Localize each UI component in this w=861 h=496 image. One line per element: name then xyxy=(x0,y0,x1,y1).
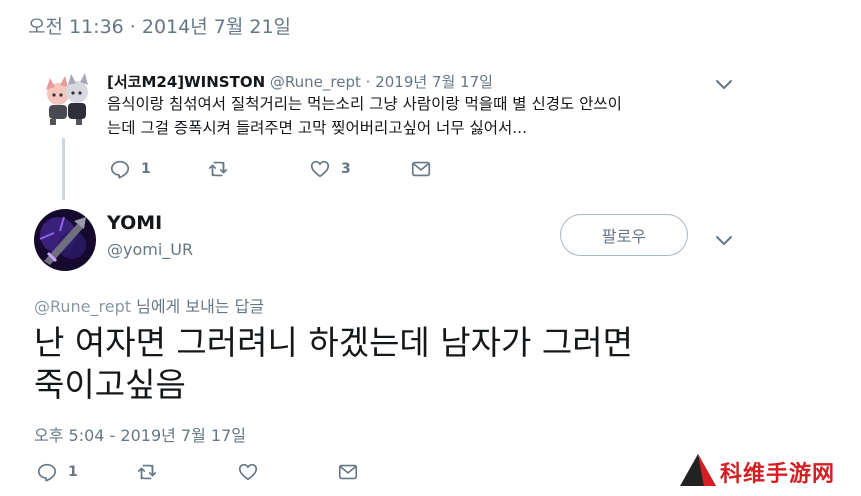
avatar-yomi[interactable] xyxy=(34,209,96,271)
chevron-down-icon xyxy=(716,236,732,245)
thread-connector-line xyxy=(62,138,65,200)
parent-like-count: 3 xyxy=(341,161,351,177)
message-button[interactable] xyxy=(337,461,359,483)
author-handle[interactable]: @yomi_UR xyxy=(107,240,193,259)
heart-icon xyxy=(238,463,258,481)
tweet-text-line: 죽이고싶음 xyxy=(34,365,186,404)
parent-tweet-text-line: 는데 그걸 증폭시켜 들려주면 고막 찢어버리고싶어 너무 싫어서... xyxy=(107,119,528,137)
tweet-timestamp[interactable]: 오후 5:04 - 2019년 7월 17일 xyxy=(34,422,246,446)
parent-like-button[interactable]: 3 xyxy=(309,158,351,180)
parent-tweet-actions: 1 3 xyxy=(107,158,527,186)
reply-icon xyxy=(110,160,130,179)
retweet-button[interactable] xyxy=(136,461,158,483)
parent-reply-button[interactable]: 1 xyxy=(109,158,151,180)
tweet-text: 난 여자면 그러려니 하겠는데 남자가 그러면 죽이고싶음 xyxy=(34,322,814,406)
conversation-start-date: 오전 11:36 · 2014년 7월 21일 xyxy=(28,16,292,38)
parent-tweet-text-line: 음식이랑 침섞여서 질척거리는 먹는소리 그냥 사람이랑 먹을때 별 신경도 안… xyxy=(107,95,622,113)
heart-icon xyxy=(310,160,330,178)
site-watermark: 科维手游网 xyxy=(676,448,854,492)
more-options-button[interactable] xyxy=(712,228,736,256)
replying-to-handle[interactable]: @Rune_rept xyxy=(34,297,131,316)
follow-button[interactable]: 팔로우 xyxy=(560,214,688,256)
retweet-icon xyxy=(137,464,157,480)
reply-count: 1 xyxy=(68,464,78,480)
parent-tweet-text: 음식이랑 침섞여서 질척거리는 먹는소리 그냥 사람이랑 먹을때 별 신경도 안… xyxy=(107,92,747,140)
parent-retweet-button[interactable] xyxy=(207,158,229,180)
reply-icon xyxy=(37,463,57,482)
parent-tweet-date[interactable]: · 2019년 7월 17일 xyxy=(366,73,493,91)
tweet-text-line: 난 여자면 그러려니 하겠는데 남자가 그러면 xyxy=(34,323,633,362)
author-name[interactable]: YOMI xyxy=(107,212,162,234)
message-icon xyxy=(411,161,431,177)
like-button[interactable] xyxy=(237,461,259,483)
replying-to-line: @Rune_rept 님에게 보내는 답글 xyxy=(34,293,264,317)
tweet-actions: 1 xyxy=(34,461,434,489)
retweet-icon xyxy=(208,161,228,177)
parent-author-handle[interactable]: @Rune_rept xyxy=(270,73,361,91)
parent-message-button[interactable] xyxy=(410,158,432,180)
parent-reply-count: 1 xyxy=(141,161,151,177)
avatar-winston[interactable] xyxy=(38,70,96,128)
watermark-logo-icon xyxy=(680,454,716,486)
parent-author-name[interactable]: [서코M24]WINSTON xyxy=(107,73,265,91)
replying-to-suffix: 님에게 보내는 답글 xyxy=(131,297,265,316)
reply-button[interactable]: 1 xyxy=(36,461,78,483)
parent-tweet-header: [서코M24]WINSTON @Rune_rept · 2019년 7월 17일 xyxy=(107,71,493,92)
message-icon xyxy=(338,464,358,480)
watermark-text: 科维手游网 xyxy=(720,462,836,487)
